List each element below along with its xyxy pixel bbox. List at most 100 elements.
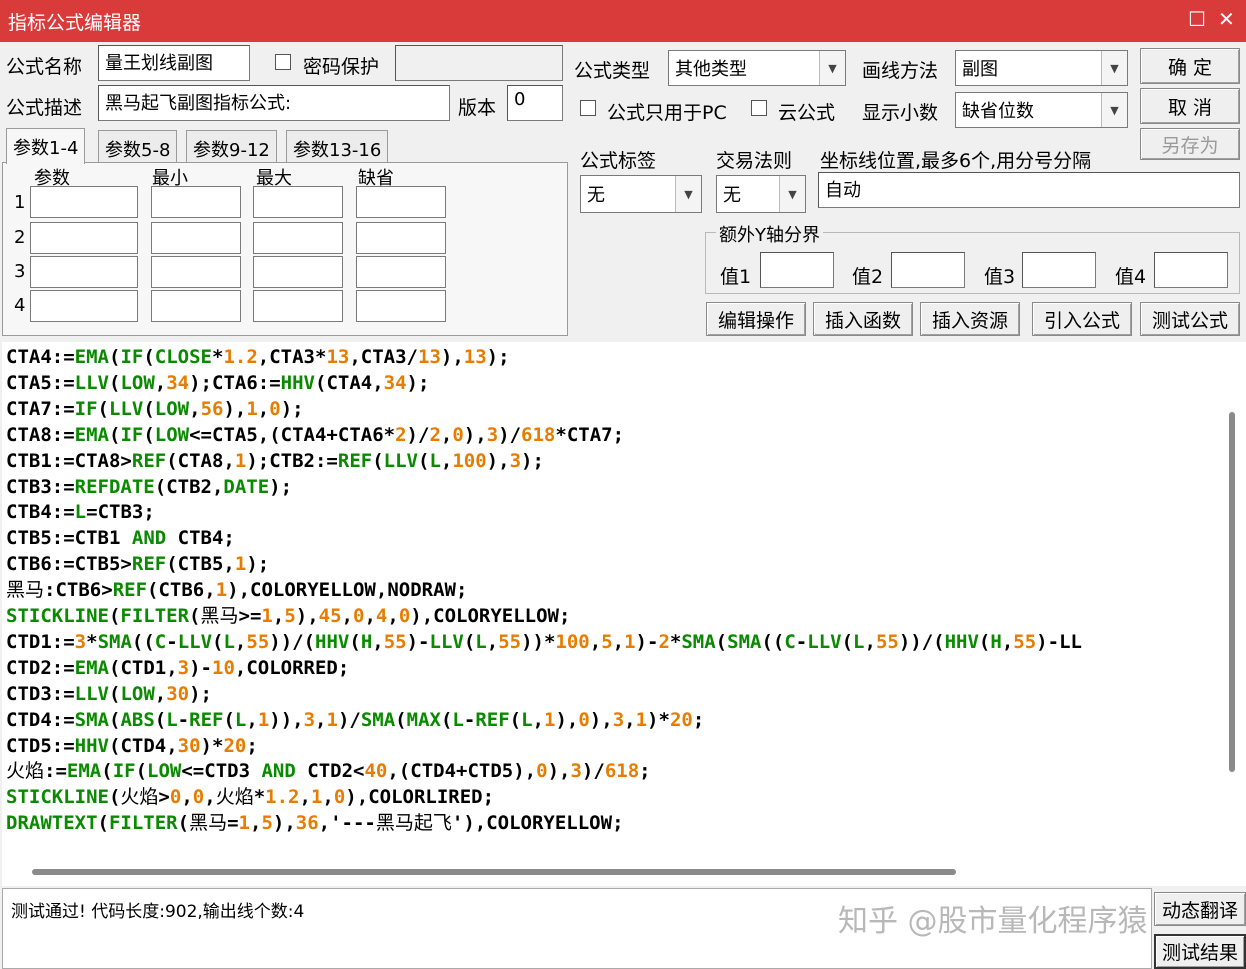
cloud-formula-label: 云公式: [778, 102, 836, 124]
code-line[interactable]: 黑马:CTB6>REF(CTB6,1),COLORYELLOW,NODRAW;: [6, 577, 467, 603]
code-editor[interactable]: CTA4:=EMA(IF(CLOSE*1.2,CTA3*13,CTA3/13),…: [2, 342, 1220, 858]
tab-params-5-8[interactable]: 参数5-8: [98, 130, 178, 164]
chevron-down-icon[interactable]: ▼: [1101, 51, 1127, 85]
ok-button[interactable]: 确 定: [1140, 48, 1240, 84]
y2-input[interactable]: [891, 252, 965, 288]
draw-method-value: 副图: [962, 59, 998, 80]
trade-rule-value: 无: [723, 185, 741, 206]
decimals-select[interactable]: 缺省位数 ▼: [955, 92, 1128, 128]
code-line[interactable]: STICKLINE(FILTER(黑马>=1,5),45,0,4,0),COLO…: [6, 603, 570, 629]
param-min-input[interactable]: [151, 256, 241, 288]
tab-params-9-12[interactable]: 参数9-12: [186, 130, 277, 164]
code-line[interactable]: CTB1:=CTA8>REF(CTA8,1);CTB2:=REF(LLV(L,1…: [6, 448, 544, 474]
code-line[interactable]: CTA5:=LLV(LOW,34);CTA6:=HHV(CTA4,34);: [6, 370, 429, 396]
test-status-text: 测试通过! 代码长度:902,输出线个数:4: [11, 902, 305, 922]
vertical-scrollbar[interactable]: [1220, 342, 1246, 858]
decimals-value: 缺省位数: [962, 101, 1034, 122]
horizontal-scrollbar[interactable]: [2, 858, 1246, 886]
insert-function-button[interactable]: 插入函数: [813, 302, 913, 336]
version-label: 版本: [458, 97, 497, 119]
code-line[interactable]: DRAWTEXT(FILTER(黑马=1,5),36,'---黑马起飞'),CO…: [6, 810, 624, 836]
draw-method-select[interactable]: 副图 ▼: [955, 50, 1128, 86]
password-input[interactable]: [395, 45, 563, 81]
param-name-input[interactable]: [30, 222, 138, 254]
trade-rule-select[interactable]: 无 ▼: [716, 175, 806, 213]
coord-lines-input[interactable]: 自动: [818, 172, 1240, 208]
chevron-down-icon[interactable]: ▼: [1101, 93, 1127, 127]
formula-type-select[interactable]: 其他类型 ▼: [668, 50, 846, 86]
param-default-input[interactable]: [356, 186, 446, 218]
code-line[interactable]: 火焰:=EMA(IF(LOW<=CTD3 AND CTD2<40,(CTD4+C…: [6, 758, 651, 784]
code-line[interactable]: CTD1:=3*SMA((C-LLV(L,55))/(HHV(H,55)-LLV…: [6, 629, 1082, 655]
y1-input[interactable]: [760, 252, 834, 288]
auto-translate-button[interactable]: 动态翻译: [1154, 892, 1246, 926]
code-line[interactable]: CTD4:=SMA(ABS(L-REF(L,1)),3,1)/SMA(MAX(L…: [6, 707, 704, 733]
chevron-down-icon[interactable]: ▼: [819, 51, 845, 85]
formula-desc-input[interactable]: 黑马起飞副图指标公式:: [98, 85, 450, 121]
code-line[interactable]: CTA7:=IF(LLV(LOW,56),1,0);: [6, 396, 304, 422]
coord-lines-label: 坐标线位置,最多6个,用分号分隔: [820, 150, 1092, 172]
code-line[interactable]: CTD2:=EMA(CTD1,3)-10,COLORRED;: [6, 655, 349, 681]
code-line[interactable]: CTB3:=REFDATE(CTB2,DATE);: [6, 474, 292, 500]
close-icon[interactable]: ✕: [1218, 7, 1235, 31]
code-line[interactable]: CTB6:=CTB5>REF(CTB5,1);: [6, 551, 269, 577]
chevron-down-icon[interactable]: ▼: [779, 176, 805, 212]
edit-operations-button[interactable]: 编辑操作: [706, 302, 806, 336]
code-line[interactable]: CTB5:=CTB1 AND CTB4;: [6, 525, 235, 551]
insert-resource-button[interactable]: 插入资源: [920, 302, 1020, 336]
param-default-input[interactable]: [356, 222, 446, 254]
param-min-input[interactable]: [151, 222, 241, 254]
horizontal-scroll-thumb[interactable]: [32, 869, 956, 875]
password-protect-label: 密码保护: [303, 56, 380, 78]
code-line[interactable]: STICKLINE(火焰>0,0,火焰*1.2,1,0),COLORLIRED;: [6, 784, 494, 810]
import-formula-button[interactable]: 引入公式: [1032, 302, 1132, 336]
y3-input[interactable]: [1022, 252, 1096, 288]
param-row-number: 1: [14, 192, 26, 213]
pc-only-checkbox[interactable]: [580, 100, 596, 116]
param-row-number: 2: [14, 227, 26, 248]
param-min-input[interactable]: [151, 290, 241, 322]
tab-params-13-16[interactable]: 参数13-16: [286, 130, 389, 164]
tab-params-1-4[interactable]: 参数1-4: [6, 128, 86, 164]
param-name-input[interactable]: [30, 256, 138, 288]
code-line[interactable]: CTA8:=EMA(IF(LOW<=CTA5,(CTA4+CTA6*2)/2,0…: [6, 422, 624, 448]
code-line[interactable]: CTD5:=HHV(CTD4,30)*20;: [6, 733, 258, 759]
param-max-input[interactable]: [253, 222, 343, 254]
save-as-button[interactable]: 另存为: [1140, 128, 1240, 160]
maximize-icon[interactable]: ☐: [1188, 7, 1206, 31]
extra-y-axis-title: 额外Y轴分界: [716, 221, 823, 247]
param-row-number: 4: [14, 295, 26, 316]
param-max-input[interactable]: [253, 290, 343, 322]
param-default-input[interactable]: [356, 290, 446, 322]
pc-only-label: 公式只用于PC: [607, 102, 727, 124]
param-max-input[interactable]: [253, 256, 343, 288]
code-line[interactable]: CTA4:=EMA(IF(CLOSE*1.2,CTA3*13,CTA3/13),…: [6, 344, 510, 370]
param-name-input[interactable]: [30, 186, 138, 218]
vertical-scroll-thumb[interactable]: [1229, 412, 1235, 772]
param-default-input[interactable]: [356, 256, 446, 288]
test-result-button[interactable]: 测试结果: [1154, 934, 1246, 969]
formula-name-input[interactable]: 量王划线副图: [98, 45, 250, 81]
watermark: 知乎 @股市量化程序猿: [838, 904, 1148, 939]
y4-label: 值4: [1115, 266, 1147, 288]
y4-input[interactable]: [1154, 252, 1228, 288]
cloud-formula-checkbox[interactable]: [751, 100, 767, 116]
param-max-input[interactable]: [253, 186, 343, 218]
code-line[interactable]: CTB4:=L=CTB3;: [6, 499, 155, 525]
formula-tag-label: 公式标签: [580, 150, 657, 172]
title-bar: 指标公式编辑器 ☐ ✕: [0, 0, 1246, 42]
formula-tag-select[interactable]: 无 ▼: [580, 175, 702, 213]
chevron-down-icon[interactable]: ▼: [675, 176, 701, 212]
version-input[interactable]: 0: [507, 85, 563, 121]
test-formula-button[interactable]: 测试公式: [1140, 302, 1240, 336]
formula-type-value: 其他类型: [675, 59, 747, 80]
cancel-button[interactable]: 取 消: [1140, 88, 1240, 124]
param-row-number: 3: [14, 261, 26, 282]
param-min-input[interactable]: [151, 186, 241, 218]
code-line[interactable]: CTD3:=LLV(LOW,30);: [6, 681, 212, 707]
y3-label: 值3: [984, 266, 1016, 288]
param-name-input[interactable]: [30, 290, 138, 322]
password-protect-checkbox[interactable]: [275, 54, 291, 70]
draw-method-label: 画线方法: [862, 60, 939, 82]
y1-label: 值1: [720, 266, 752, 288]
